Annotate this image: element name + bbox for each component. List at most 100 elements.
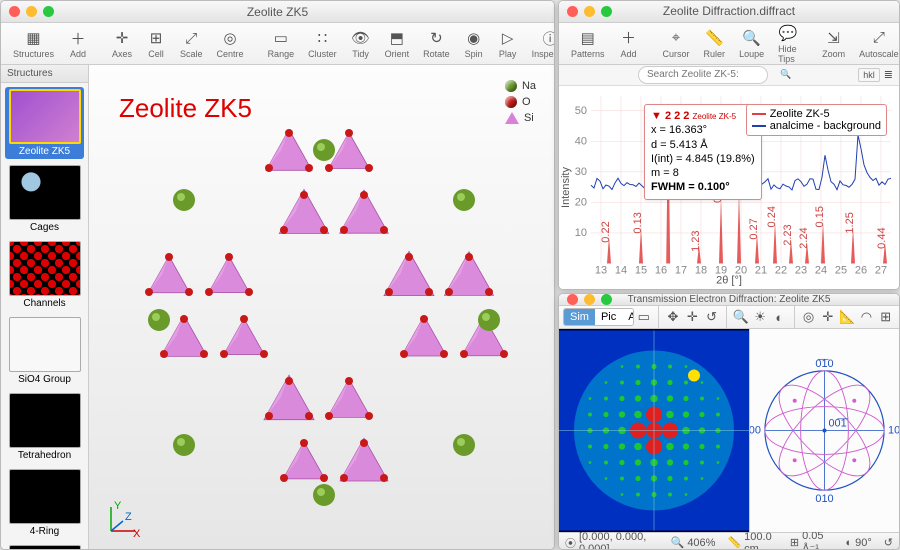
pattern-canvas (559, 329, 749, 532)
tidy-button[interactable]: 👁Tidy (345, 26, 377, 61)
scale-button[interactable]: ⤢Scale (174, 26, 209, 61)
toolbar: ▤Patterns＋Add ⌖Cursor📏Ruler🔍Loupe💬Hide Ti… (559, 23, 899, 65)
thumbnail (9, 469, 81, 524)
hide tips-icon: 💬 (778, 23, 798, 43)
tools-button[interactable]: ✥ (664, 306, 682, 328)
spin-icon: ◉ (464, 28, 484, 48)
close-icon[interactable] (9, 6, 20, 17)
svg-text:18: 18 (695, 265, 707, 277)
tem-window: Transmission Electron Diffraction: Zeoli… (558, 293, 900, 550)
diffraction-pattern[interactable] (559, 329, 749, 532)
titlebar[interactable]: Transmission Electron Diffraction: Zeoli… (559, 294, 899, 306)
svg-text:0͞10: 0͞10 (815, 358, 833, 370)
svg-text:0.22: 0.22 (600, 221, 612, 242)
search-go-icon[interactable]: 🔍 (780, 69, 791, 80)
structure-window: Zeolite ZK5 ▦Structures＋Add ✛Axes⊞Cell⤢Sc… (0, 0, 555, 550)
status-bar: ⦿[0.000, 0.000, 0.000] 🔍406% 📏100.0 cm ⊞… (559, 532, 899, 550)
stereo-canvas: 0͞10100010͞10000͞1 (750, 329, 899, 532)
cursor-button[interactable]: ⌖Cursor (657, 26, 696, 61)
zoom-button[interactable]: 🔍 (732, 306, 750, 328)
inspector-button[interactable]: ⓘInspector (526, 26, 555, 61)
protractor-button[interactable]: ◠ (857, 306, 875, 328)
svg-text:2.24: 2.24 (798, 227, 810, 248)
add-button[interactable]: ＋Add (613, 26, 645, 61)
svg-text:50: 50 (575, 105, 587, 117)
sidebar-item-label: 4-Ring (30, 526, 59, 537)
spin-button[interactable]: ◉Spin (458, 26, 490, 61)
loupe-button[interactable]: 🔍Loupe (733, 26, 770, 61)
svg-text:30: 30 (575, 166, 587, 178)
cell-button[interactable]: ⊞Cell (140, 26, 172, 61)
svg-text:1.23: 1.23 (690, 230, 702, 251)
patterns-button[interactable]: ▤Patterns (565, 26, 611, 61)
3d-viewport[interactable]: Zeolite ZK5 NaOSi Y X Z (89, 65, 554, 549)
centre-button[interactable]: ◎Centre (211, 26, 250, 61)
status-zoom[interactable]: 🔍406% (671, 536, 716, 549)
svg-text:1.25: 1.25 (844, 212, 856, 233)
sidebar-item-cages[interactable]: Cages (5, 163, 84, 235)
fullscreen-icon[interactable] (43, 6, 54, 17)
autoscale-button[interactable]: ⤢Autoscale (853, 26, 900, 61)
ruler-button[interactable]: 📏Ruler (698, 26, 732, 61)
svg-text:0.15: 0.15 (814, 206, 826, 227)
titlebar[interactable]: Zeolite Diffraction.diffract (559, 1, 899, 23)
fullscreen-icon[interactable] (601, 6, 612, 17)
cross-button[interactable]: ✛ (819, 306, 837, 328)
minimize-icon[interactable] (584, 6, 595, 17)
ruler-button[interactable]: 📐 (838, 306, 856, 328)
sidebar-item-sio4-group[interactable]: SiO4 Group (5, 315, 84, 387)
svg-text:24: 24 (815, 265, 827, 277)
range-button[interactable]: ▭Range (262, 26, 301, 61)
add-button[interactable]: ＋Add (62, 26, 94, 61)
sidebar-item-channels[interactable]: Channels (5, 239, 84, 311)
thumbnail (9, 165, 81, 220)
hide-tips-button[interactable]: 💬Hide Tips (772, 21, 804, 66)
fullscreen-icon[interactable] (601, 294, 612, 305)
patterns-icon: ▤ (578, 28, 598, 48)
tool-button[interactable]: ↺ (702, 306, 720, 328)
sidebar-list[interactable]: Zeolite ZK5CagesChannels SiO4 Group Tetrah… (1, 83, 88, 549)
saturation-button[interactable]: ◐ (770, 306, 788, 328)
play-button[interactable]: ▷Play (492, 26, 524, 61)
view-mode-segment[interactable]: SimPicAll (563, 308, 634, 326)
list-icon[interactable]: ≣ (884, 68, 893, 81)
cluster-icon: ∷ (312, 28, 332, 48)
minimize-icon[interactable] (584, 294, 595, 305)
cluster-button[interactable]: ∷Cluster (302, 26, 343, 61)
autoscale-icon: ⤢ (869, 28, 889, 48)
sidebar-item-6-ring[interactable]: 6-Ring (5, 543, 84, 549)
structures-button[interactable]: ▦Structures (7, 26, 60, 61)
window-title: Zeolite ZK5 (1, 5, 554, 19)
grid-button[interactable]: ⊞ (877, 306, 895, 328)
sidebar-item-label: SiO4 Group (18, 374, 71, 385)
centre-button[interactable]: ◎ (799, 306, 817, 328)
seg-all[interactable]: All (622, 309, 633, 325)
stereographic-projection[interactable]: 0͞10100010͞10000͞1 (749, 329, 899, 532)
diffraction-plot[interactable]: 1314151617181920212223242526271020304050… (559, 86, 899, 289)
hkl-toggle[interactable]: hkl (858, 68, 880, 82)
axes-button[interactable]: ✛Axes (106, 26, 138, 61)
rotate-button[interactable]: ↻Rotate (417, 26, 456, 61)
axes-icon: ✛ (112, 28, 132, 48)
sidebar-item-zeolite-zk5[interactable]: Zeolite ZK5 (5, 87, 84, 159)
loupe-icon: 🔍 (742, 28, 762, 48)
close-icon[interactable] (567, 294, 578, 305)
sidebar-item-tetrahedron[interactable]: Tetrahedron (5, 391, 84, 463)
selection-button[interactable]: ▭ (635, 306, 653, 328)
tool-button[interactable]: ☀ (751, 306, 769, 328)
orient-button[interactable]: ⬒Orient (379, 26, 416, 61)
svg-text:Intensity: Intensity (560, 167, 572, 208)
minimize-icon[interactable] (26, 6, 37, 17)
svg-text:0.13: 0.13 (632, 212, 644, 233)
tool-button[interactable]: ✛ (683, 306, 701, 328)
status-reset-icon[interactable]: ↺ (884, 536, 893, 549)
thumbnail (9, 545, 81, 549)
sidebar-item-4-ring[interactable]: 4-Ring (5, 467, 84, 539)
zoom-button[interactable]: ⇲Zoom (816, 26, 851, 61)
seg-pic[interactable]: Pic (595, 309, 622, 325)
titlebar[interactable]: Zeolite ZK5 (1, 1, 554, 23)
close-icon[interactable] (567, 6, 578, 17)
seg-sim[interactable]: Sim (564, 309, 595, 325)
status-tilt[interactable]: ◐90° (845, 537, 871, 549)
search-input[interactable] (638, 66, 768, 84)
